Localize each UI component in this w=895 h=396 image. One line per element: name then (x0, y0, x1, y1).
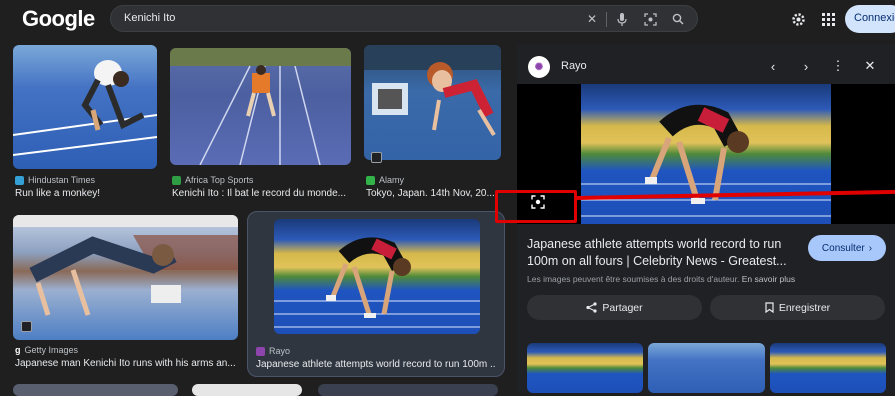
bookmark-icon (765, 302, 774, 313)
result-caption[interactable]: Japanese man Kenichi Ito runs with his a… (15, 358, 239, 369)
more-vertical-icon[interactable]: ⋮ (830, 58, 846, 74)
result-source: Alamy (366, 175, 404, 185)
share-label: Partager (602, 301, 643, 314)
settings-gear-icon[interactable] (788, 9, 808, 29)
rayo-logo-icon: ✺ (528, 56, 550, 78)
result-caption[interactable]: Run like a monkey! (15, 188, 155, 199)
share-button[interactable]: Partager (527, 295, 702, 320)
search-box[interactable]: Kenichi Ito ✕ (110, 5, 698, 32)
result-image-africa-top-sports[interactable] (170, 48, 351, 165)
clear-icon[interactable]: ✕ (583, 10, 601, 28)
panel-source-name[interactable]: Rayo (561, 60, 587, 72)
result-source: Africa Top Sports (172, 175, 253, 185)
apps-grid-icon[interactable] (818, 9, 838, 29)
microphone-icon[interactable] (613, 10, 631, 28)
related-image[interactable] (648, 343, 765, 393)
favicon-icon (366, 175, 375, 185)
result-image-hindustan-times[interactable] (13, 45, 157, 169)
result-image-rayo[interactable] (274, 219, 480, 334)
save-label: Enregistrer (778, 301, 831, 314)
visit-button[interactable]: Consulter › (808, 235, 886, 261)
related-image[interactable] (770, 343, 886, 393)
result-image-partial[interactable] (192, 384, 302, 396)
chevron-left-icon[interactable]: ‹ (765, 58, 781, 74)
search-divider (606, 12, 607, 27)
highlight-annotation-box (495, 190, 577, 223)
story-badge-icon (21, 321, 32, 332)
result-source: g Getty Images (15, 345, 79, 355)
close-icon[interactable]: ✕ (862, 58, 878, 74)
result-source: Hindustan Times (15, 175, 95, 185)
result-caption[interactable]: Tokyo, Japan. 14th Nov, 20... (366, 188, 500, 199)
favicon-icon (256, 346, 265, 356)
copyright-note: Les images peuvent être soumises à des d… (527, 274, 795, 284)
story-badge-icon (371, 152, 382, 163)
chevron-right-icon: › (868, 242, 873, 254)
save-button[interactable]: Enregistrer (710, 295, 885, 320)
related-image[interactable] (527, 343, 643, 393)
sign-in-button[interactable]: Connexio (845, 5, 895, 33)
preview-title[interactable]: Japanese athlete attempts world record t… (527, 236, 797, 270)
preview-image[interactable] (581, 84, 831, 224)
google-logo[interactable]: Google (22, 6, 95, 32)
result-caption[interactable]: Kenichi Ito : Il bat le record du monde.… (172, 188, 354, 199)
result-image-getty-images[interactable] (13, 215, 238, 340)
result-image-partial[interactable] (13, 384, 178, 396)
search-input[interactable]: Kenichi Ito (124, 12, 175, 24)
copyright-text: Les images peuvent être soumises à des d… (527, 274, 740, 284)
share-icon (586, 302, 597, 313)
chevron-right-icon[interactable]: › (798, 58, 814, 74)
top-bar: Google Kenichi Ito ✕ Connexio (0, 0, 895, 38)
result-image-alamy[interactable] (364, 45, 501, 160)
result-image-partial[interactable] (318, 384, 498, 396)
getty-favicon-icon: g (15, 345, 21, 355)
search-icon[interactable] (669, 10, 687, 28)
result-source: Rayo (256, 346, 290, 356)
learn-more-link[interactable]: En savoir plus (742, 274, 795, 284)
favicon-icon (15, 175, 24, 185)
visit-label: Consulter (821, 242, 865, 254)
lens-icon[interactable] (641, 10, 659, 28)
result-caption[interactable]: Japanese athlete attempts world record t… (256, 359, 496, 370)
favicon-icon (172, 175, 181, 185)
